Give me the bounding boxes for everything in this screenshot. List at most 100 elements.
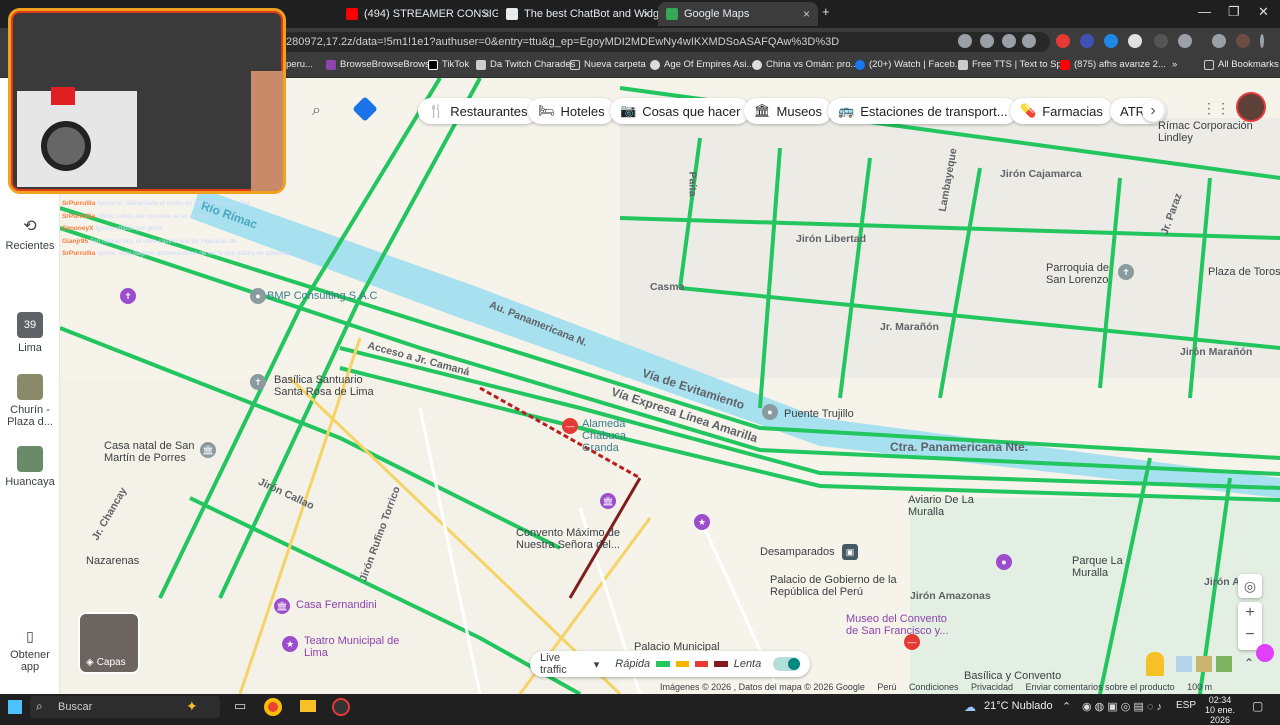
place-label[interactable]: Alameda Chabuca Granda [582,418,662,454]
place-label[interactable]: Casa natal de San Martín de Porres [104,440,214,464]
place-label[interactable]: Puente Trujillo [784,408,854,420]
place-label[interactable]: Casa Fernandini [296,599,377,611]
museum-icon[interactable]: 🏛 [274,598,290,614]
zoom-controls[interactable]: + − [1238,602,1262,650]
close-icon[interactable]: × [803,7,810,21]
terms-link[interactable]: Condiciones [909,682,959,692]
place-label[interactable]: Palacio de Gobierno de la República del … [770,574,900,598]
tab-chatbot[interactable]: The best ChatBot and Widgets × [498,2,658,26]
bookmark[interactable]: BrowseBrowseBrowse [326,59,435,70]
window-close-icon[interactable]: ✕ [1258,4,1269,20]
new-tab-icon[interactable]: + [822,4,830,19]
theater-icon[interactable]: ★ [694,514,710,530]
my-location-icon[interactable]: ◎ [1238,574,1262,598]
place-label[interactable]: Convento Máximo de Nuestra Señora del... [516,527,636,551]
place-label[interactable]: Basílica Santuario Santa Rosa de Lima [274,374,384,398]
bookmark[interactable]: Da Twitch Charades [476,59,575,70]
place-label[interactable]: Parque La Muralla [1072,555,1142,579]
minimize-icon[interactable]: — [1198,4,1211,19]
category-pharmacies[interactable]: 💊 Farmacias [1010,98,1113,124]
zoom-in-icon[interactable]: + [1238,602,1262,624]
thumbnail-icon[interactable] [1196,656,1212,672]
more-icon[interactable] [1260,34,1264,48]
category-museums[interactable]: 🏛 Museos [744,98,833,124]
extension-icon[interactable] [1154,34,1168,48]
road-closed-icon[interactable]: — [562,418,578,434]
recents-button[interactable]: ⟲ Recientes [0,216,60,252]
place-label[interactable]: Aviario De La Muralla [908,494,988,518]
place-label[interactable]: Nazarenas [86,555,139,567]
privacy-link[interactable]: Privacidad [971,682,1013,692]
search-icon[interactable]: ⌕ [312,102,321,120]
recent-place-lima[interactable]: 39 Lima [0,312,60,354]
tab-streamer[interactable]: (494) STREAMER CONSIGUE C × [338,2,498,26]
restore-icon[interactable]: ❐ [1228,4,1240,20]
church-icon[interactable]: ✝ [120,288,136,304]
extension-icon[interactable] [1104,34,1118,48]
gemini-icon[interactable] [1256,644,1274,662]
theater-icon[interactable]: ★ [282,636,298,652]
bookmark[interactable]: TikTok [428,59,469,70]
windows-start-icon[interactable] [8,700,22,714]
place-label[interactable]: Teatro Municipal de Lima [304,635,424,659]
place-label[interactable]: Desamparados [760,546,835,558]
weather-label[interactable]: 21°C Nublado [984,700,1053,712]
church-icon[interactable]: ✝ [1118,264,1134,280]
bookmark[interactable]: (875) afhs avanze 2... [1060,59,1166,70]
account-avatar[interactable] [1236,92,1266,122]
chrome-icon[interactable] [264,698,282,716]
zoom-icon[interactable] [1002,34,1016,48]
close-icon[interactable]: × [643,7,650,21]
bridge-icon[interactable]: ● [762,404,778,420]
apps-grid-icon[interactable]: ⋮⋮ [1202,100,1230,117]
recent-place-churin[interactable]: Churín - Plaza d... [0,374,60,428]
thumbnail-icon[interactable] [1176,656,1192,672]
tray-chevron-icon[interactable]: ⌃ [1062,700,1071,713]
clock[interactable]: 02:34 10 ene. 2026 [1200,695,1240,725]
get-app-button[interactable]: ▯ Obtener app [0,628,60,673]
menu-list-icon[interactable] [1212,34,1226,48]
category-restaurants[interactable]: 🍴 Restaurantes [418,98,538,124]
file-explorer-icon[interactable] [300,700,316,712]
puzzle-icon[interactable] [1178,34,1192,48]
bookmark-folder[interactable]: Nueva carpeta [570,59,646,70]
expand-icon[interactable]: ⌃ [1244,656,1254,670]
park-icon[interactable]: ● [996,554,1012,570]
task-view-icon[interactable]: ▭ [234,698,246,714]
extension-icon[interactable] [1128,34,1142,48]
extension-icon[interactable] [1056,34,1070,48]
install-icon[interactable] [980,34,994,48]
all-bookmarks[interactable]: All Bookmarks [1204,59,1279,70]
live-traffic-dropdown[interactable]: Live traffic [540,652,588,676]
zoom-out-icon[interactable]: − [1238,624,1262,646]
extension-icon[interactable] [1080,34,1094,48]
place-label[interactable]: Museo del Convento de San Francisco y... [846,613,956,637]
place-label[interactable]: Rímac Corporación Lindley [1158,120,1268,144]
language-label[interactable]: ESP [1176,700,1196,711]
notification-icon[interactable]: ▢ [1252,699,1263,713]
bookmark[interactable]: China vs Omán: pro... [752,59,858,70]
recent-place-huancaya[interactable]: Huancaya [0,446,60,488]
obs-icon[interactable] [332,698,350,716]
place-label[interactable]: BMP Consulting S.A.C [267,290,377,302]
category-things-to-do[interactable]: 📷 Cosas que hacer [610,98,751,124]
category-transit[interactable]: 🚌 Estaciones de transport... [828,98,1018,124]
tray-icons[interactable]: ◉ ◍ ▣ ◎ ▤ ◌ ♪ [1082,700,1162,713]
region-link[interactable]: Perú [877,682,896,692]
traffic-toggle[interactable] [773,657,801,671]
category-hotels[interactable]: 🛏 Hoteles [528,98,615,124]
profile-avatar[interactable] [1236,34,1250,48]
close-icon[interactable]: × [483,7,490,21]
chevron-down-icon[interactable]: ▾ [594,658,600,671]
chevron-right-icon[interactable]: › [1142,100,1164,122]
location-icon[interactable] [958,34,972,48]
feedback-link[interactable]: Enviar comentarios sobre el producto [1026,682,1175,692]
bookmark[interactable]: Free TTS | Text to Sp... [958,59,1070,70]
bookmark[interactable]: (20+) Watch | Faceb... [855,59,963,70]
place-label[interactable]: Parroquia de San Lorenzo [1046,262,1126,286]
bookmark[interactable]: Age Of Empires Asi... [650,59,754,70]
thumbnail-icon[interactable] [1216,656,1232,672]
place-label[interactable]: Basílica y Convento [964,670,1061,682]
bus-station-icon[interactable]: ▣ [842,544,858,560]
layers-button[interactable]: ◈ Capas [78,612,140,674]
